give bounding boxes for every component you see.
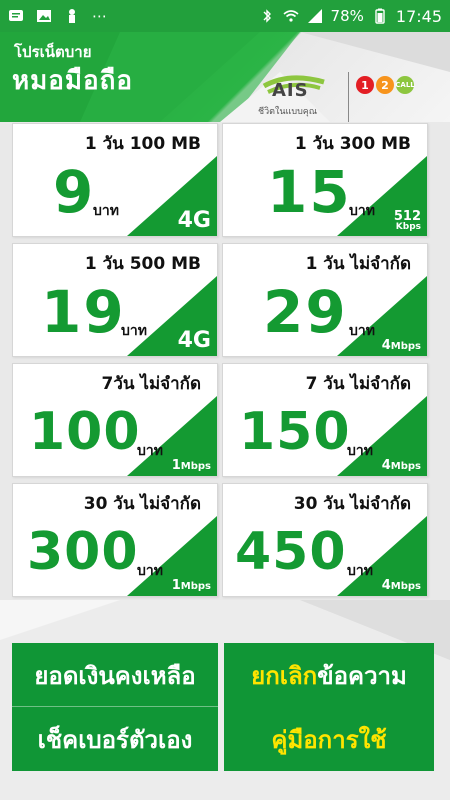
package-speed: 4Mbps <box>382 459 421 472</box>
package-speed-value: 4 <box>381 458 391 473</box>
package-duration: 30 วัน ไม่จำกัด <box>293 494 411 514</box>
package-price: 19 <box>41 278 126 346</box>
check-number-button[interactable]: เช็คเบอร์ตัวเอง <box>12 707 218 771</box>
package-duration: 1 วัน 500 MB <box>84 254 201 274</box>
button-divider <box>12 706 218 707</box>
package-duration: 1 วัน ไม่จำกัด <box>305 254 411 274</box>
battery-percent: 78% <box>330 7 364 25</box>
12call-dot-2: 2 <box>376 76 394 94</box>
promo-title: หมอมือถือ <box>12 66 134 96</box>
package-price: 300 <box>27 522 139 582</box>
package-price: 15 <box>267 158 352 226</box>
package-price: 450 <box>235 522 347 582</box>
user-guide-button[interactable]: คู่มือการใช้ <box>224 707 434 771</box>
package-unit: บาท <box>349 323 375 339</box>
app-header: โปรเน็ตบาย หมอมือถือ AIS ชีวิตในแบบคุณ 1… <box>0 32 450 122</box>
battery-icon <box>375 8 385 24</box>
ais-slogan: ชีวิตในแบบคุณ <box>258 107 318 117</box>
wifi-icon <box>283 10 299 22</box>
cancel-label: ยกเลิก <box>251 661 318 690</box>
package-speed: 4G <box>177 208 211 233</box>
brand-divider <box>348 72 349 122</box>
package-price: 9 <box>53 158 96 226</box>
package-price: 150 <box>239 402 351 462</box>
package-unit: บาท <box>137 443 163 459</box>
package-duration: 30 วัน ไม่จำกัด <box>83 494 201 514</box>
more-icon: ⋯ <box>92 7 109 25</box>
clock: 17:45 <box>395 6 442 26</box>
package-speed-value: 4 <box>381 578 391 593</box>
package-speed-value: 4 <box>381 338 391 353</box>
package-card[interactable]: 30 วัน ไม่จำกัด 450 บาท 4Mbps <box>222 483 428 597</box>
package-price: 100 <box>29 402 141 462</box>
message-icon <box>9 10 23 21</box>
package-card[interactable]: 1 วัน 100 MB 9 บาท 4G <box>12 123 218 237</box>
status-bar: ⋯ 78% 17:45 <box>0 0 450 32</box>
package-unit: บาท <box>121 323 147 339</box>
package-unit: บาท <box>347 443 373 459</box>
message-label: ข้อความ <box>317 661 407 690</box>
package-card[interactable]: 1 วัน 300 MB 15 บาท 512 Kbps <box>222 123 428 237</box>
package-speed-unit: Kbps <box>395 222 421 232</box>
package-card[interactable]: 7วัน ไม่จำกัด 100 บาท 1Mbps <box>12 363 218 477</box>
package-speed: 1Mbps <box>172 579 211 592</box>
cancel-message-button[interactable]: ยกเลิก ข้อความ <box>224 643 434 707</box>
package-speed-unit: Mbps <box>390 581 421 592</box>
ais-logo-text: AIS <box>272 80 309 101</box>
bluetooth-icon <box>263 9 271 23</box>
package-card[interactable]: 1 วัน 500 MB 19 บาท 4G <box>12 243 218 357</box>
12call-dot-1: 1 <box>356 76 374 94</box>
package-price: 29 <box>263 278 348 346</box>
action-buttons: ยอดเงินคงเหลือ เช็คเบอร์ตัวเอง ยกเลิก ข้อ… <box>12 643 434 771</box>
package-card[interactable]: 1 วัน ไม่จำกัด 29 บาท 4Mbps <box>222 243 428 357</box>
package-speed: 4Mbps <box>382 339 421 352</box>
package-card[interactable]: 7 วัน ไม่จำกัด 150 บาท 4Mbps <box>222 363 428 477</box>
12call-dot-call: CALL <box>395 76 415 94</box>
package-speed-unit: Mbps <box>390 461 421 472</box>
brand-logos: AIS ชีวิตในแบบคุณ 1 2 CALL <box>242 72 432 122</box>
package-unit: บาท <box>93 203 119 219</box>
package-duration: 1 วัน 100 MB <box>84 134 201 154</box>
package-speed: 4Mbps <box>382 579 421 592</box>
package-speed: 4G <box>177 328 211 353</box>
package-speed-value: 1 <box>171 578 181 593</box>
person-icon <box>69 9 75 23</box>
package-speed: 512 Kbps <box>394 210 421 232</box>
package-card[interactable]: 30 วัน ไม่จำกัด 300 บาท 1Mbps <box>12 483 218 597</box>
balance-button[interactable]: ยอดเงินคงเหลือ <box>12 643 218 707</box>
package-duration: 7 วัน ไม่จำกัด <box>305 374 411 394</box>
package-speed-unit: Mbps <box>390 341 421 352</box>
12call-logo: 1 2 CALL <box>356 76 415 94</box>
package-unit: บาท <box>347 563 373 579</box>
notification-icons: ⋯ <box>8 7 109 25</box>
package-unit: บาท <box>137 563 163 579</box>
package-speed: 1Mbps <box>172 459 211 472</box>
package-speed-unit: Mbps <box>180 581 211 592</box>
package-duration: 1 วัน 300 MB <box>294 134 411 154</box>
package-unit: บาท <box>349 203 375 219</box>
signal-icon <box>307 9 322 23</box>
image-icon <box>37 10 51 22</box>
package-duration: 7วัน ไม่จำกัด <box>101 374 201 394</box>
package-speed-value: 1 <box>171 458 181 473</box>
package-speed-unit: Mbps <box>180 461 211 472</box>
